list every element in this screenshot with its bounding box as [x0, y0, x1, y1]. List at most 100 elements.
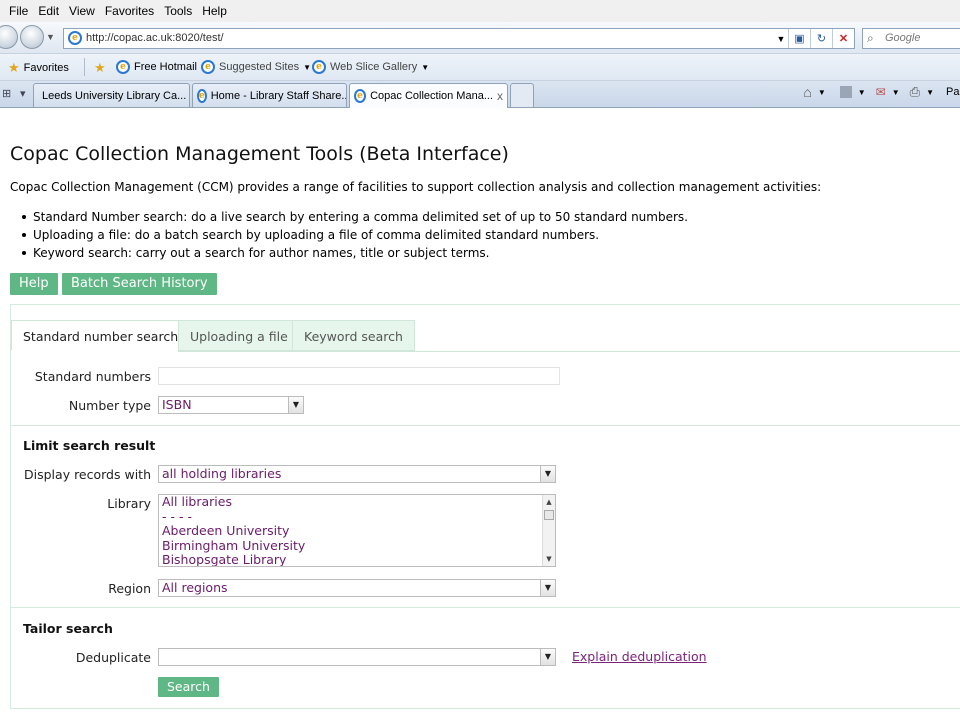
stop-icon[interactable]: ✕ [832, 29, 854, 48]
history-dropdown-icon[interactable]: ▼ [46, 32, 55, 42]
number-type-select[interactable]: ISBN ▼ [158, 396, 304, 414]
star-icon: ★ [8, 60, 20, 75]
browser-tab-leeds[interactable]: Leeds University Library Ca... [33, 83, 190, 107]
tab-divider [178, 351, 960, 352]
ie-page-icon: e [354, 89, 367, 103]
address-bar[interactable]: e http://copac.ac.uk:8020/test/ ▼ ▣ ↻ ✕ [63, 28, 855, 49]
menu-favorites[interactable]: Favorites [100, 4, 159, 18]
list-item[interactable]: Aberdeen University [159, 523, 555, 539]
help-button[interactable]: Help [10, 273, 58, 295]
region-select[interactable]: All regions ▼ [158, 579, 556, 597]
page-content: Copac Collection Management Tools (Beta … [0, 109, 960, 720]
back-button[interactable] [0, 25, 18, 49]
quick-tabs-icon[interactable]: ⊞ [2, 87, 11, 100]
chevron-down-icon[interactable]: ▼ [892, 88, 900, 97]
tab-uploading-a-file[interactable]: Uploading a file [178, 320, 300, 351]
chevron-down-icon[interactable]: ▼ [926, 88, 934, 97]
browser-navbar: ▼ e http://copac.ac.uk:8020/test/ ▼ ▣ ↻ … [0, 22, 960, 54]
page-title: Copac Collection Management Tools (Beta … [10, 143, 509, 165]
tab-keyword-search[interactable]: Keyword search [292, 320, 415, 351]
deduplicate-select[interactable]: ▼ [158, 648, 556, 666]
chevron-down-icon[interactable]: ▼ [818, 88, 826, 97]
number-type-value: ISBN [162, 397, 192, 412]
library-listbox[interactable]: All libraries - - - - Aberdeen Universit… [158, 494, 556, 567]
section-divider [11, 425, 960, 426]
menu-help[interactable]: Help [197, 4, 232, 18]
intro-text: Copac Collection Management (CCM) provid… [10, 180, 822, 194]
tab-label: Copac Collection Mana... [370, 90, 493, 102]
add-favorite-button[interactable]: ★ [94, 60, 106, 76]
list-item: Standard Number search: do a live search… [22, 208, 688, 226]
close-tab-icon[interactable]: x [497, 89, 503, 103]
chevron-down-icon: ▼ [303, 62, 312, 72]
feeds-icon[interactable] [839, 86, 852, 98]
chevron-down-icon: ▼ [288, 397, 303, 413]
menu-file[interactable]: File [4, 4, 33, 18]
refresh-icon[interactable]: ↻ [810, 29, 832, 48]
browser-tabbar: ⊞ ▾ Leeds University Library Ca... e Hom… [0, 81, 960, 108]
chevron-down-icon[interactable]: ▼ [858, 88, 866, 97]
library-scrollbar[interactable]: ▲ ▼ [542, 495, 555, 566]
menu-tools[interactable]: Tools [159, 4, 197, 18]
list-item: Keyword search: carry out a search for a… [22, 244, 688, 262]
favorites-bar: ★ Favorites ★ e Free Hotmail e Suggested… [0, 54, 960, 81]
deduplicate-label: Deduplicate [75, 650, 151, 665]
ie-page-icon: e [116, 60, 130, 74]
search-icon: ⌕ [867, 31, 874, 45]
favorites-button[interactable]: ★ Favorites [8, 60, 69, 76]
tab-standard-number-search[interactable]: Standard number search [11, 320, 191, 351]
ie-page-icon: e [312, 60, 326, 74]
address-url[interactable]: http://copac.ac.uk:8020/test/ [86, 32, 224, 44]
library-label: Library [107, 496, 151, 511]
home-icon[interactable]: ⌂ [803, 84, 811, 100]
region-value: All regions [162, 580, 228, 595]
standard-numbers-label: Standard numbers [34, 369, 151, 384]
list-item: Uploading a file: do a batch search by u… [22, 226, 688, 244]
standard-numbers-input[interactable] [158, 367, 560, 385]
tab-list-dropdown-icon[interactable]: ▾ [20, 87, 26, 100]
browser-tab-copac[interactable]: e Copac Collection Mana... x [349, 83, 508, 108]
chevron-down-icon: ▼ [540, 580, 555, 596]
chevron-down-icon: ▼ [421, 62, 430, 72]
browser-tab-staff-share[interactable]: e Home - Library Staff Share... [192, 83, 347, 107]
scroll-down-icon[interactable]: ▼ [543, 553, 555, 565]
browser-menubar: File Edit View Favorites Tools Help [0, 0, 960, 22]
new-tab-button[interactable] [510, 83, 534, 107]
ie-page-icon: e [68, 31, 82, 45]
forward-button[interactable] [20, 25, 44, 49]
fav-suggested-sites[interactable]: e Suggested Sites ▼ [201, 60, 311, 74]
menu-edit[interactable]: Edit [33, 4, 64, 18]
tab-label: Home - Library Staff Share... [210, 89, 347, 102]
tab-label: Leeds University Library Ca... [42, 89, 187, 102]
scroll-thumb[interactable] [544, 510, 554, 520]
number-type-label: Number type [68, 398, 151, 413]
page-menu-button[interactable]: Pag [946, 86, 960, 98]
compatibility-view-icon[interactable]: ▣ [788, 29, 810, 48]
explain-deduplication-link[interactable]: Explain deduplication [572, 649, 707, 664]
search-panel: Standard number search Uploading a file … [10, 304, 960, 709]
list-item[interactable]: - - - - [159, 509, 555, 525]
limit-search-heading: Limit search result [23, 438, 156, 453]
search-tabs: Standard number search Uploading a file … [11, 320, 960, 351]
fav-web-slice-gallery[interactable]: e Web Slice Gallery ▼ [312, 60, 429, 74]
display-records-label: Display records with [24, 467, 151, 482]
fav-free-hotmail[interactable]: e Free Hotmail [116, 60, 197, 74]
search-box[interactable]: ⌕ Google [862, 28, 960, 49]
print-icon[interactable]: ⎙ [910, 84, 920, 100]
display-records-select[interactable]: all holding libraries ▼ [158, 465, 556, 483]
list-item[interactable]: Birmingham University [159, 538, 555, 554]
add-favorite-icon: ★ [94, 60, 106, 75]
search-button[interactable]: Search [158, 677, 219, 697]
fav-label: Free Hotmail [134, 61, 197, 73]
list-item[interactable]: All libraries [159, 495, 555, 510]
batch-search-history-button[interactable]: Batch Search History [62, 273, 217, 295]
tailor-search-heading: Tailor search [23, 621, 113, 636]
favorites-separator [84, 58, 85, 76]
address-dropdown-icon[interactable]: ▼ [774, 29, 788, 48]
section-divider [11, 607, 960, 608]
scroll-up-icon[interactable]: ▲ [543, 496, 555, 508]
favorites-label: Favorites [23, 62, 69, 74]
list-item[interactable]: Bishopsgate Library [159, 552, 555, 566]
menu-view[interactable]: View [64, 4, 100, 18]
mail-icon[interactable]: ✉ [876, 85, 886, 99]
